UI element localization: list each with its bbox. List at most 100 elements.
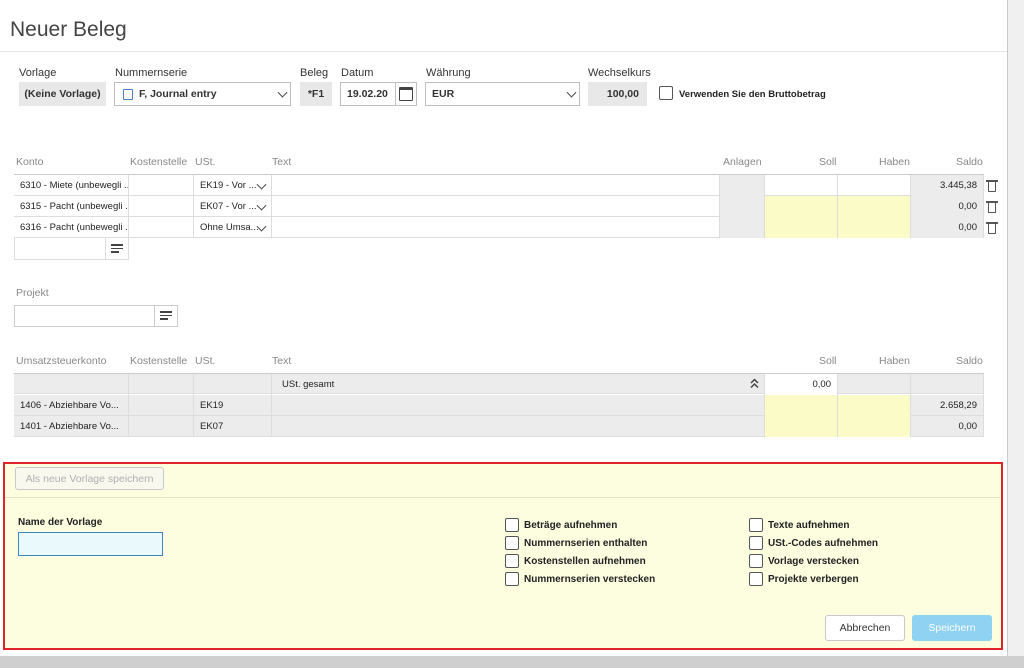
anlagen-cell[interactable] — [720, 217, 765, 238]
ust-gesamt-label: USt. gesamt — [272, 374, 765, 395]
ust-value: EK19 - Vor ... — [200, 180, 257, 191]
checkbox[interactable] — [505, 572, 519, 586]
checkbox[interactable] — [749, 518, 763, 532]
tax-ust-cell: EK07 — [194, 416, 272, 437]
option-betraege[interactable]: Beträge aufnehmen — [505, 518, 655, 532]
save-as-template-button[interactable]: Als neue Vorlage speichern — [15, 467, 164, 490]
tax-haben-cell[interactable] — [838, 395, 911, 416]
col-konto: Konto — [16, 156, 44, 168]
konto-cell[interactable]: 6310 - Miete (unbewegli ... — [14, 175, 129, 196]
anlagen-cell[interactable] — [720, 175, 765, 196]
page-title: Neuer Beleg — [10, 18, 127, 41]
option-texte[interactable]: Texte aufnehmen — [749, 518, 878, 532]
options-right: Texte aufnehmen USt.-Codes aufnehmen Vor… — [749, 518, 878, 586]
tax-total-saldo — [911, 374, 984, 395]
calendar-icon[interactable] — [399, 87, 413, 101]
tax-soll-cell[interactable] — [765, 416, 838, 437]
tax-total-row: USt. gesamt 0,00 — [14, 373, 984, 395]
tax-text-cell — [272, 416, 765, 437]
ust-select[interactable]: EK19 - Vor ... — [194, 175, 272, 196]
scrollbar-track[interactable] — [1008, 0, 1024, 668]
option-vorlage-verstecken[interactable]: Vorlage verstecken — [749, 554, 878, 568]
template-name-label: Name der Vorlage — [18, 517, 103, 528]
table-row: 6310 - Miete (unbewegli ... EK19 - Vor .… — [14, 175, 984, 196]
projekt-label: Projekt — [16, 287, 49, 299]
waehrung-label: Währung — [426, 67, 471, 79]
text-cell[interactable] — [272, 196, 720, 217]
tax-konto-cell: 1401 - Abziehbare Vo... — [14, 416, 129, 437]
checkbox[interactable] — [749, 554, 763, 568]
option-ust-codes[interactable]: USt.-Codes aufnehmen — [749, 536, 878, 550]
option-kostenstellen[interactable]: Kostenstellen aufnehmen — [505, 554, 655, 568]
chevron-down-icon — [566, 87, 577, 98]
checkbox[interactable] — [749, 536, 763, 550]
col-haben: Haben — [879, 156, 910, 168]
option-label: Projekte verbergen — [768, 573, 859, 585]
datum-separator — [395, 83, 396, 105]
vorlage-field[interactable]: (Keine Vorlage) — [19, 82, 106, 106]
list-icon[interactable] — [111, 244, 123, 253]
ust-select[interactable]: EK07 - Vor ... — [194, 196, 272, 217]
brutto-checkbox[interactable] — [659, 86, 673, 100]
window-bottom-edge — [0, 656, 1024, 668]
ust-gesamt-text: USt. gesamt — [282, 379, 335, 390]
checkbox[interactable] — [505, 536, 519, 550]
checkbox[interactable] — [505, 554, 519, 568]
chevron-down-icon — [277, 87, 288, 98]
soll-cell[interactable] — [765, 196, 838, 217]
col-soll: Soll — [819, 156, 837, 168]
text-cell[interactable] — [272, 175, 720, 196]
document-dialog: Neuer Beleg Vorlage (Keine Vorlage) Numm… — [0, 0, 1008, 656]
option-label: Vorlage verstecken — [768, 555, 859, 567]
haben-cell[interactable] — [838, 217, 911, 238]
table-row: 1401 - Abziehbare Vo... EK07 0,00 — [14, 416, 984, 437]
kostenstelle-cell[interactable] — [129, 196, 194, 217]
haben-cell[interactable] — [838, 196, 911, 217]
tax-soll-cell[interactable] — [765, 395, 838, 416]
col-kostenstelle: Kostenstelle — [130, 355, 188, 367]
checkbox[interactable] — [749, 572, 763, 586]
projekt-input[interactable] — [14, 305, 178, 327]
nummernserie-value: F, Journal entry — [139, 88, 217, 100]
waehrung-select[interactable]: EUR — [425, 82, 580, 106]
brutto-label: Verwenden Sie den Bruttobetrag — [679, 89, 826, 100]
option-nummernserien-verstecken[interactable]: Nummernserien verstecken — [505, 572, 655, 586]
tax-text-cell — [272, 395, 765, 416]
soll-cell[interactable] — [765, 217, 838, 238]
template-name-input[interactable] — [18, 532, 163, 556]
tax-haben-cell[interactable] — [838, 416, 911, 437]
tax-saldo-cell: 2.658,29 — [911, 395, 984, 416]
tax-total-soll: 0,00 — [765, 374, 838, 395]
save-button[interactable]: Speichern — [912, 615, 992, 641]
text-cell[interactable] — [272, 217, 720, 238]
col-saldo: Saldo — [956, 355, 983, 367]
list-icon[interactable] — [160, 311, 172, 320]
projekt-separator — [154, 306, 155, 326]
cancel-button[interactable]: Abbrechen — [825, 615, 905, 641]
option-projekte-verbergen[interactable]: Projekte verbergen — [749, 572, 878, 586]
trash-icon[interactable] — [986, 222, 998, 234]
col-saldo: Saldo — [956, 156, 983, 168]
save-template-panel: Als neue Vorlage speichern Name der Vorl… — [3, 462, 1003, 650]
kostenstelle-cell[interactable] — [129, 217, 194, 238]
waehrung-value: EUR — [432, 88, 455, 100]
option-nummernserien-enthalten[interactable]: Nummernserien enthalten — [505, 536, 655, 550]
konto-cell[interactable]: 6315 - Pacht (unbewegli ... — [14, 196, 129, 217]
col-anlagen: Anlagen — [723, 156, 762, 168]
soll-cell[interactable] — [765, 175, 838, 196]
col-haben: Haben — [879, 355, 910, 367]
vorlage-label: Vorlage — [19, 67, 57, 79]
haben-cell[interactable] — [838, 175, 911, 196]
new-row-input[interactable] — [14, 238, 129, 260]
trash-icon[interactable] — [986, 201, 998, 213]
nummernserie-select[interactable]: F, Journal entry — [114, 82, 291, 106]
kostenstelle-cell[interactable] — [129, 175, 194, 196]
chevron-double-up-icon[interactable] — [750, 378, 759, 389]
konto-cell[interactable]: 6316 - Pacht (unbewegli ... — [14, 217, 129, 238]
checkbox[interactable] — [505, 518, 519, 532]
anlagen-cell[interactable] — [720, 196, 765, 217]
ust-select[interactable]: Ohne Umsa... — [194, 217, 272, 238]
beleg-label: Beleg — [300, 67, 329, 79]
datum-input[interactable]: 19.02.20 — [340, 82, 417, 106]
trash-icon[interactable] — [986, 180, 998, 192]
